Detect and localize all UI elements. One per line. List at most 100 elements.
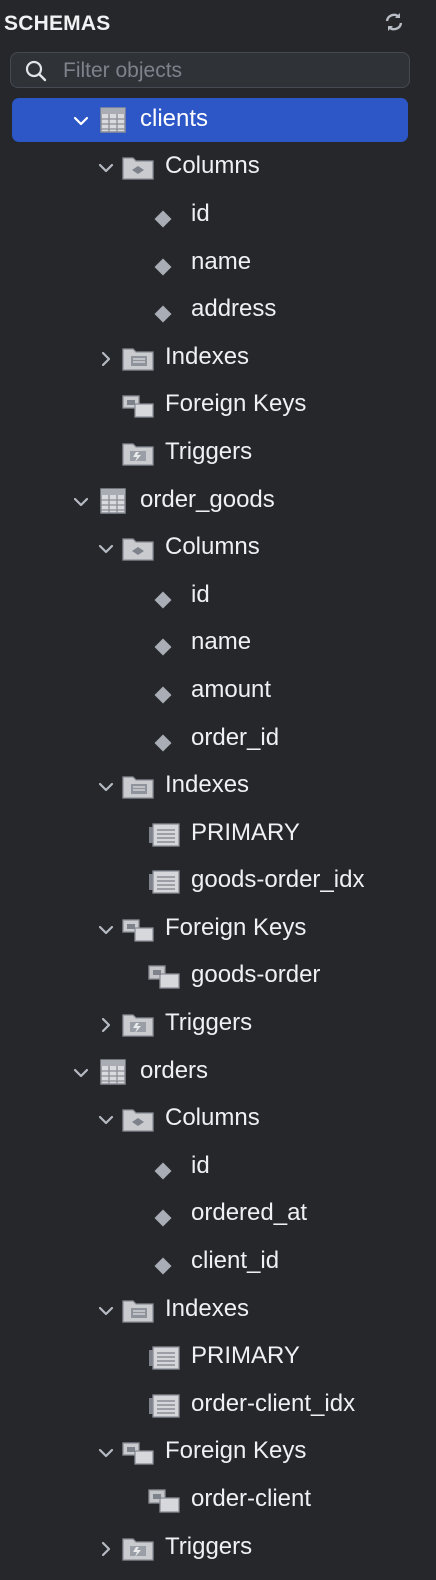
columns-icon bbox=[122, 1106, 154, 1137]
tree-item-columns[interactable]: Columns bbox=[0, 144, 436, 192]
tree-item-label: PRIMARY bbox=[191, 1342, 300, 1370]
tree-item-triggers[interactable]: Triggers bbox=[0, 429, 436, 477]
column-icon bbox=[154, 734, 172, 752]
filter-field[interactable] bbox=[10, 52, 410, 89]
tree-item-order-client[interactable]: order-client bbox=[0, 1476, 436, 1524]
column-icon bbox=[154, 1257, 172, 1275]
column-icon bbox=[154, 1209, 172, 1227]
refresh-icon[interactable] bbox=[382, 10, 406, 34]
indexes-icon bbox=[122, 345, 154, 376]
tree-item-foreign-keys[interactable]: Foreign Keys bbox=[0, 1429, 436, 1477]
index-icon bbox=[148, 1344, 180, 1375]
tree-item-triggers[interactable]: Triggers bbox=[0, 1524, 436, 1572]
chevron-down-icon[interactable] bbox=[72, 112, 90, 130]
tree-item-orders[interactable]: orders bbox=[0, 1048, 436, 1096]
tree-item-goods-order-idx[interactable]: goods-order_idx bbox=[0, 858, 436, 906]
triggers-icon bbox=[122, 440, 154, 471]
triggers-icon bbox=[122, 1535, 154, 1566]
tree-item-clients[interactable]: clients bbox=[0, 96, 436, 144]
search-icon bbox=[25, 60, 47, 82]
chevron-right-icon[interactable] bbox=[97, 1540, 115, 1558]
tree-item-label: Columns bbox=[165, 1104, 260, 1132]
schema-tree: clients Columns id name address Indexes Foreig… bbox=[0, 96, 436, 1571]
tree-item-label: order_id bbox=[191, 723, 280, 751]
chevron-down-icon[interactable] bbox=[97, 778, 115, 796]
chevron-down-icon[interactable] bbox=[72, 493, 90, 511]
tree-item-label: Foreign Keys bbox=[165, 913, 307, 941]
indexes-icon bbox=[122, 1297, 154, 1328]
column-icon bbox=[154, 210, 172, 228]
tree-item-label: amount bbox=[191, 675, 272, 703]
tree-item-label: orders bbox=[140, 1056, 209, 1084]
table-icon bbox=[100, 487, 126, 519]
tree-item-label: order_goods bbox=[140, 485, 275, 513]
tree-item-label: Indexes bbox=[165, 770, 250, 798]
index-icon bbox=[148, 868, 180, 899]
tree-item-label: Triggers bbox=[165, 437, 253, 465]
tree-item-label: Foreign Keys bbox=[165, 1437, 307, 1465]
tree-item-order-goods[interactable]: order_goods bbox=[0, 477, 436, 525]
foreign-keys-icon bbox=[122, 1439, 154, 1470]
chevron-down-icon[interactable] bbox=[97, 1444, 115, 1462]
tree-item-label: client_id bbox=[191, 1246, 280, 1274]
tree-item-label: order-client bbox=[191, 1484, 312, 1512]
filter-input[interactable] bbox=[61, 53, 395, 89]
foreign-keys-icon bbox=[122, 392, 154, 423]
tree-item-label: Foreign Keys bbox=[165, 390, 307, 418]
tree-item-indexes[interactable]: Indexes bbox=[0, 762, 436, 810]
chevron-down-icon[interactable] bbox=[97, 1302, 115, 1320]
tree-item-label: id bbox=[191, 1151, 210, 1179]
tree-item-label: Columns bbox=[165, 533, 260, 561]
tree-item-triggers[interactable]: Triggers bbox=[0, 1000, 436, 1048]
tree-item-name[interactable]: name bbox=[0, 620, 436, 668]
tree-item-columns[interactable]: Columns bbox=[0, 1095, 436, 1143]
panel-title: SCHEMAS bbox=[4, 12, 111, 35]
foreign-key-icon bbox=[148, 963, 180, 994]
schemas-header: SCHEMAS bbox=[0, 0, 436, 48]
tree-item-ordered-at[interactable]: ordered_at bbox=[0, 1191, 436, 1239]
chevron-down-icon[interactable] bbox=[97, 921, 115, 939]
tree-item-label: clients bbox=[140, 104, 209, 132]
tree-item-foreign-keys[interactable]: Foreign Keys bbox=[0, 382, 436, 430]
foreign-key-icon bbox=[148, 1487, 180, 1518]
tree-item-label: Indexes bbox=[165, 342, 250, 370]
tree-item-name[interactable]: name bbox=[0, 239, 436, 287]
chevron-right-icon[interactable] bbox=[97, 1016, 115, 1034]
tree-item-label: order-client_idx bbox=[191, 1389, 356, 1417]
tree-item-label: goods-order bbox=[191, 961, 321, 989]
tree-item-order-client-idx[interactable]: order-client_idx bbox=[0, 1381, 436, 1429]
chevron-down-icon[interactable] bbox=[97, 159, 115, 177]
tree-item-indexes[interactable]: Indexes bbox=[0, 334, 436, 382]
tree-item-columns[interactable]: Columns bbox=[0, 524, 436, 572]
tree-item-address[interactable]: address bbox=[0, 286, 436, 334]
tree-item-id[interactable]: id bbox=[0, 572, 436, 620]
tree-item-amount[interactable]: amount bbox=[0, 667, 436, 715]
tree-item-label: id bbox=[191, 580, 210, 608]
tree-item-label: name bbox=[191, 628, 252, 656]
tree-item-label: Indexes bbox=[165, 1294, 250, 1322]
tree-item-label: ordered_at bbox=[191, 1199, 308, 1227]
tree-item-foreign-keys[interactable]: Foreign Keys bbox=[0, 905, 436, 953]
column-icon bbox=[154, 686, 172, 704]
tree-item-id[interactable]: id bbox=[0, 1143, 436, 1191]
chevron-right-icon[interactable] bbox=[97, 350, 115, 368]
tree-item-primary[interactable]: PRIMARY bbox=[0, 1333, 436, 1381]
column-icon bbox=[154, 591, 172, 609]
tree-item-indexes[interactable]: Indexes bbox=[0, 1286, 436, 1334]
columns-icon bbox=[122, 154, 154, 185]
indexes-icon bbox=[122, 773, 154, 804]
chevron-down-icon[interactable] bbox=[97, 540, 115, 558]
tree-item-primary[interactable]: PRIMARY bbox=[0, 810, 436, 858]
index-icon bbox=[148, 1392, 180, 1423]
tree-item-label: name bbox=[191, 247, 252, 275]
tree-item-order-id[interactable]: order_id bbox=[0, 715, 436, 763]
tree-item-client-id[interactable]: client_id bbox=[0, 1238, 436, 1286]
column-icon bbox=[154, 305, 172, 323]
chevron-down-icon[interactable] bbox=[72, 1064, 90, 1082]
triggers-icon bbox=[122, 1011, 154, 1042]
columns-icon bbox=[122, 535, 154, 566]
tree-item-label: id bbox=[191, 199, 210, 227]
tree-item-goods-order[interactable]: goods-order bbox=[0, 953, 436, 1001]
tree-item-id[interactable]: id bbox=[0, 191, 436, 239]
chevron-down-icon[interactable] bbox=[97, 1111, 115, 1129]
